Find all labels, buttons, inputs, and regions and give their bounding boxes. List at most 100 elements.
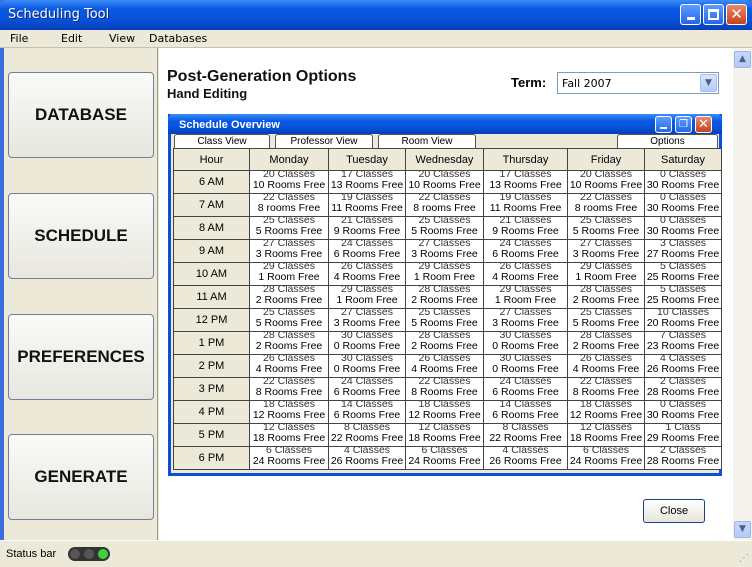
- schedule-cell[interactable]: 28 Classes 2 Rooms Free: [405, 285, 484, 309]
- schedule-cell[interactable]: 26 Classes 4 Rooms Free: [249, 354, 329, 378]
- schedule-cell[interactable]: 25 Classes 5 Rooms Free: [567, 216, 645, 240]
- minimize-button[interactable]: [680, 4, 701, 25]
- schedule-cell[interactable]: 28 Classes 2 Rooms Free: [567, 331, 645, 355]
- schedule-cell[interactable]: 4 Classes 26 Rooms Free: [328, 446, 406, 470]
- overview-restore-button[interactable]: ❐: [675, 116, 692, 133]
- scroll-down-arrow-icon[interactable]: ▼: [734, 521, 751, 538]
- schedule-cell[interactable]: 24 Classes 6 Rooms Free: [483, 239, 568, 263]
- schedule-cell[interactable]: 18 Classes 12 Rooms Free: [405, 400, 484, 424]
- column-header-monday[interactable]: Monday: [249, 148, 329, 171]
- schedule-cell[interactable]: 0 Classes 30 Rooms Free: [644, 400, 722, 424]
- schedule-cell[interactable]: 5 Classes 25 Rooms Free: [644, 285, 722, 309]
- options-button[interactable]: Options: [617, 134, 718, 148]
- schedule-cell[interactable]: 12 Classes 18 Rooms Free: [405, 423, 484, 447]
- schedule-cell[interactable]: 14 Classes 6 Rooms Free: [328, 400, 406, 424]
- schedule-cell[interactable]: 30 Classes 0 Rooms Free: [483, 354, 568, 378]
- schedule-cell[interactable]: 6 Classes 24 Rooms Free: [249, 446, 329, 470]
- scroll-up-arrow-icon[interactable]: ▲: [734, 51, 751, 68]
- schedule-cell[interactable]: 7 Classes 23 Rooms Free: [644, 331, 722, 355]
- vertical-scrollbar[interactable]: ▲ ▼: [733, 48, 752, 540]
- schedule-cell[interactable]: 0 Classes 30 Rooms Free: [644, 170, 722, 194]
- schedule-cell[interactable]: 22 Classes 8 rooms Free: [249, 193, 329, 217]
- schedule-cell[interactable]: 30 Classes 0 Rooms Free: [328, 354, 406, 378]
- schedule-cell[interactable]: 28 Classes 2 Rooms Free: [405, 331, 484, 355]
- schedule-cell[interactable]: 17 Classes 13 Rooms Free: [483, 170, 568, 194]
- term-select[interactable]: Fall 2007 ▼: [557, 72, 719, 94]
- schedule-cell[interactable]: 18 Classes 12 Rooms Free: [567, 400, 645, 424]
- schedule-cell[interactable]: 30 Classes 0 Rooms Free: [483, 331, 568, 355]
- nav-database-button[interactable]: DATABASE: [8, 72, 154, 158]
- schedule-cell[interactable]: 29 Classes 1 Room Free: [328, 285, 406, 309]
- schedule-cell[interactable]: 29 Classes 1 Room Free: [249, 262, 329, 286]
- column-header-saturday[interactable]: Saturday: [644, 148, 722, 171]
- schedule-cell[interactable]: 25 Classes 5 Rooms Free: [405, 308, 484, 332]
- schedule-cell[interactable]: 0 Classes 30 Rooms Free: [644, 193, 722, 217]
- schedule-cell[interactable]: 26 Classes 4 Rooms Free: [567, 354, 645, 378]
- schedule-cell[interactable]: 22 Classes 8 rooms Free: [405, 193, 484, 217]
- schedule-cell[interactable]: 0 Classes 30 Rooms Free: [644, 216, 722, 240]
- tab-class-view[interactable]: Class View: [174, 134, 270, 148]
- schedule-cell[interactable]: 28 Classes 2 Rooms Free: [249, 331, 329, 355]
- schedule-cell[interactable]: 12 Classes 18 Rooms Free: [249, 423, 329, 447]
- overview-minimize-button[interactable]: [655, 116, 672, 133]
- schedule-cell[interactable]: 3 Classes 27 Rooms Free: [644, 239, 722, 263]
- overview-close-button[interactable]: ✕: [695, 116, 712, 133]
- schedule-cell[interactable]: 30 Classes 0 Rooms Free: [328, 331, 406, 355]
- column-header-wednesday[interactable]: Wednesday: [405, 148, 484, 171]
- schedule-cell[interactable]: 29 Classes 1 Room Free: [405, 262, 484, 286]
- schedule-cell[interactable]: 25 Classes 5 Rooms Free: [567, 308, 645, 332]
- schedule-cell[interactable]: 22 Classes 8 Rooms Free: [249, 377, 329, 401]
- schedule-cell[interactable]: 19 Classes 11 Rooms Free: [483, 193, 568, 217]
- schedule-cell[interactable]: 5 Classes 25 Rooms Free: [644, 262, 722, 286]
- schedule-cell[interactable]: 2 Classes 28 Rooms Free: [644, 446, 722, 470]
- column-header-hour[interactable]: Hour: [173, 148, 250, 171]
- schedule-cell[interactable]: 20 Classes 10 Rooms Free: [567, 170, 645, 194]
- schedule-cell[interactable]: 22 Classes 8 rooms Free: [567, 193, 645, 217]
- maximize-button[interactable]: [703, 4, 724, 25]
- schedule-cell[interactable]: 24 Classes 6 Rooms Free: [483, 377, 568, 401]
- schedule-cell[interactable]: 18 Classes 12 Rooms Free: [249, 400, 329, 424]
- schedule-cell[interactable]: 1 Class 29 Rooms Free: [644, 423, 722, 447]
- menu-file[interactable]: File: [10, 32, 28, 45]
- tab-professor-view[interactable]: Professor View: [275, 134, 373, 148]
- nav-preferences-button[interactable]: PREFERENCES: [8, 314, 154, 400]
- schedule-cell[interactable]: 29 Classes 1 Room Free: [567, 262, 645, 286]
- menu-databases[interactable]: Databases: [149, 32, 207, 45]
- schedule-cell[interactable]: 26 Classes 4 Rooms Free: [483, 262, 568, 286]
- column-header-thursday[interactable]: Thursday: [483, 148, 568, 171]
- schedule-cell[interactable]: 21 Classes 9 Rooms Free: [483, 216, 568, 240]
- schedule-cell[interactable]: 24 Classes 6 Rooms Free: [328, 239, 406, 263]
- schedule-cell[interactable]: 22 Classes 8 Rooms Free: [567, 377, 645, 401]
- schedule-cell[interactable]: 26 Classes 4 Rooms Free: [328, 262, 406, 286]
- schedule-cell[interactable]: 27 Classes 3 Rooms Free: [405, 239, 484, 263]
- menu-edit[interactable]: Edit: [61, 32, 82, 45]
- schedule-cell[interactable]: 12 Classes 18 Rooms Free: [567, 423, 645, 447]
- schedule-cell[interactable]: 24 Classes 6 Rooms Free: [328, 377, 406, 401]
- schedule-cell[interactable]: 27 Classes 3 Rooms Free: [567, 239, 645, 263]
- schedule-cell[interactable]: 25 Classes 5 Rooms Free: [249, 308, 329, 332]
- schedule-cell[interactable]: 28 Classes 2 Rooms Free: [567, 285, 645, 309]
- schedule-cell[interactable]: 29 Classes 1 Room Free: [483, 285, 568, 309]
- schedule-cell[interactable]: 25 Classes 5 Rooms Free: [249, 216, 329, 240]
- nav-schedule-button[interactable]: SCHEDULE: [8, 193, 154, 279]
- schedule-cell[interactable]: 20 Classes 10 Rooms Free: [249, 170, 329, 194]
- close-window-button[interactable]: ✕: [726, 4, 747, 25]
- tab-room-view[interactable]: Room View: [378, 134, 476, 148]
- schedule-cell[interactable]: 6 Classes 24 Rooms Free: [567, 446, 645, 470]
- schedule-cell[interactable]: 28 Classes 2 Rooms Free: [249, 285, 329, 309]
- schedule-cell[interactable]: 22 Classes 8 Rooms Free: [405, 377, 484, 401]
- schedule-cell[interactable]: 4 Classes 26 Rooms Free: [644, 354, 722, 378]
- schedule-cell[interactable]: 25 Classes 5 Rooms Free: [405, 216, 484, 240]
- schedule-cell[interactable]: 27 Classes 3 Rooms Free: [328, 308, 406, 332]
- schedule-cell[interactable]: 4 Classes 26 Rooms Free: [483, 446, 568, 470]
- schedule-cell[interactable]: 14 Classes 6 Rooms Free: [483, 400, 568, 424]
- chevron-down-icon[interactable]: ▼: [700, 74, 717, 92]
- schedule-cell[interactable]: 8 Classes 22 Rooms Free: [328, 423, 406, 447]
- schedule-cell[interactable]: 27 Classes 3 Rooms Free: [483, 308, 568, 332]
- schedule-cell[interactable]: 21 Classes 9 Rooms Free: [328, 216, 406, 240]
- schedule-cell[interactable]: 2 Classes 28 Rooms Free: [644, 377, 722, 401]
- schedule-cell[interactable]: 27 Classes 3 Rooms Free: [249, 239, 329, 263]
- schedule-cell[interactable]: 26 Classes 4 Rooms Free: [405, 354, 484, 378]
- resize-grip-icon[interactable]: ⋰: [739, 553, 749, 564]
- schedule-cell[interactable]: 10 Classes 20 Rooms Free: [644, 308, 722, 332]
